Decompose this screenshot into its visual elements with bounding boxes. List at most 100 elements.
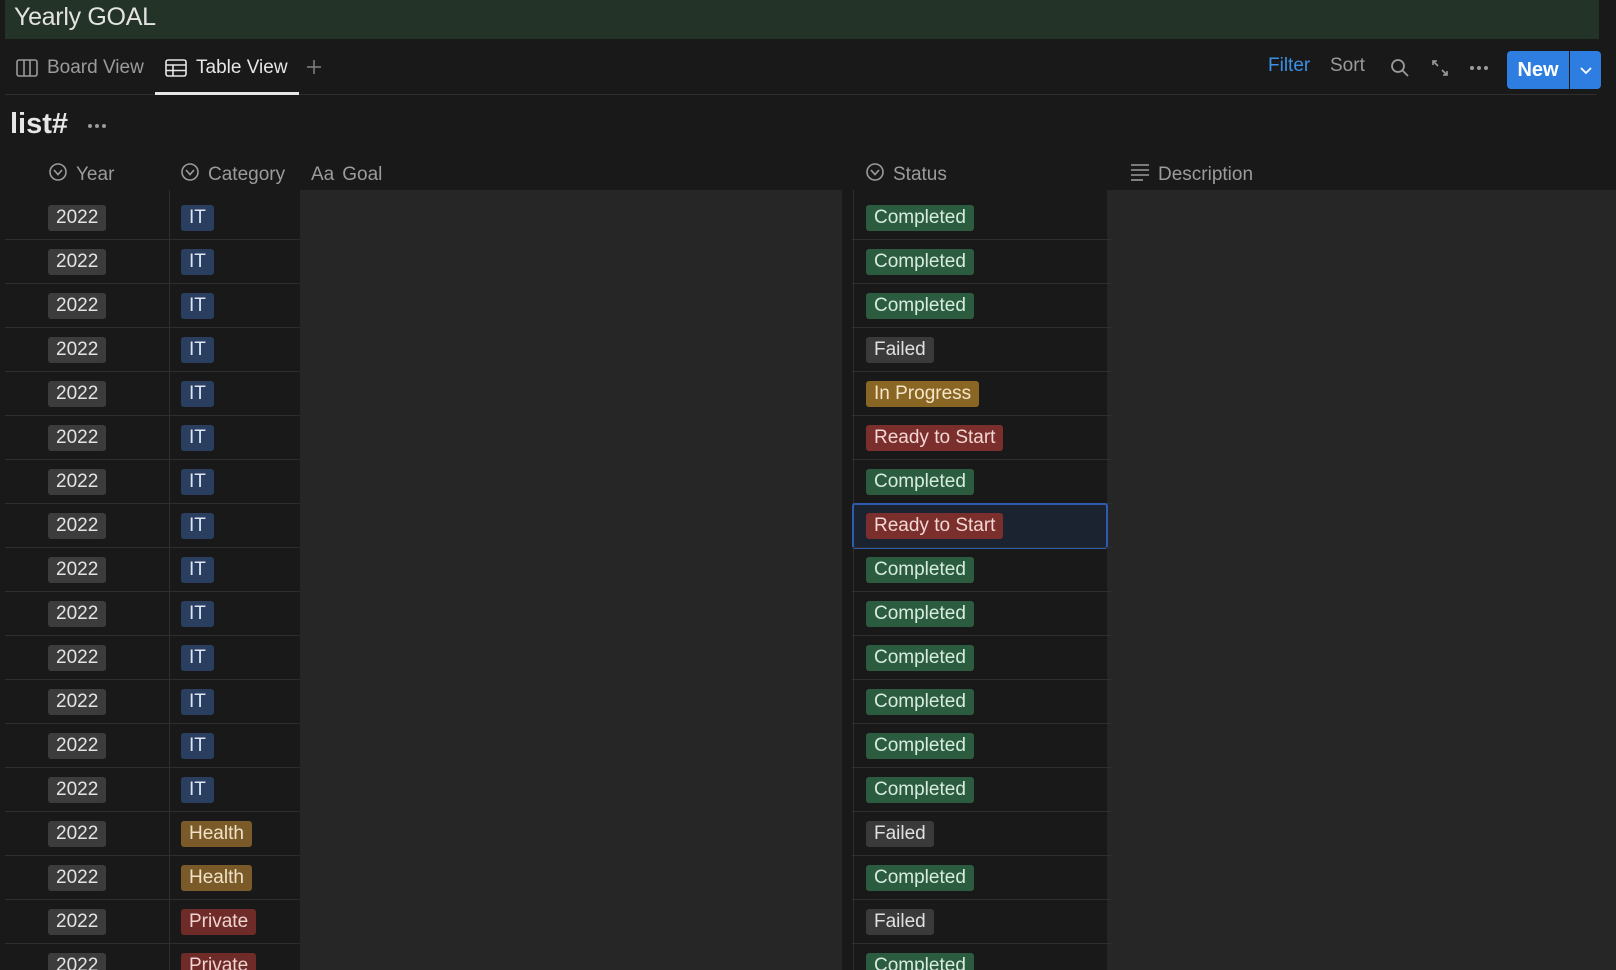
table-row[interactable]: 2022 IT Completed xyxy=(5,768,1112,812)
status-cell[interactable]: Ready to Start xyxy=(866,504,1004,547)
year-cell[interactable]: 2022 xyxy=(48,372,107,415)
column-header-status[interactable]: Status xyxy=(865,160,947,190)
category-cell[interactable]: Private xyxy=(181,900,257,943)
year-cell[interactable]: 2022 xyxy=(48,328,107,371)
table-row[interactable]: 2022 IT Ready to Start xyxy=(5,504,1112,548)
year-cell[interactable]: 2022 xyxy=(48,592,107,635)
category-cell[interactable]: IT xyxy=(181,196,214,239)
status-cell[interactable]: Completed xyxy=(866,680,974,723)
status-cell[interactable]: Completed xyxy=(866,240,974,283)
year-cell[interactable]: 2022 xyxy=(48,416,107,459)
table-row[interactable]: 2022 Health Completed xyxy=(5,856,1112,900)
status-cell[interactable]: Completed xyxy=(866,592,974,635)
table-row[interactable]: 2022 IT In Progress xyxy=(5,372,1112,416)
status-cell[interactable]: Failed xyxy=(866,812,934,855)
plus-icon[interactable] xyxy=(301,54,327,80)
table-row[interactable]: 2022 Private Completed xyxy=(5,944,1107,970)
category-cell[interactable]: IT xyxy=(181,240,214,283)
status-cell[interactable]: Failed xyxy=(866,328,934,371)
status-cell[interactable]: Completed xyxy=(866,944,974,970)
page-header: Yearly GOAL xyxy=(5,0,1599,39)
table-row[interactable]: 2022 Private Failed xyxy=(5,900,1112,944)
table-row[interactable]: 2022 IT Completed xyxy=(5,636,1112,680)
status-tag: In Progress xyxy=(866,380,980,407)
table-row[interactable]: 2022 IT Completed xyxy=(5,240,1112,284)
table-row[interactable]: 2022 Health Failed xyxy=(5,812,1112,856)
new-button[interactable]: New xyxy=(1507,51,1569,89)
year-cell[interactable]: 2022 xyxy=(48,548,107,591)
tab-label: Board View xyxy=(47,57,144,78)
tab-board-view[interactable]: Board View xyxy=(16,41,144,95)
more-icon[interactable] xyxy=(1466,55,1492,81)
table-row[interactable]: 2022 IT Ready to Start xyxy=(5,416,1112,460)
category-cell[interactable]: IT xyxy=(181,284,214,327)
category-cell[interactable]: IT xyxy=(181,768,214,811)
table-row[interactable]: 2022 IT Completed xyxy=(5,592,1112,636)
table-row[interactable]: 2022 IT Completed xyxy=(5,724,1112,768)
status-cell[interactable]: Completed xyxy=(866,548,974,591)
year-cell[interactable]: 2022 xyxy=(48,504,107,547)
status-cell[interactable]: Completed xyxy=(866,196,974,239)
sort-button[interactable]: Sort xyxy=(1330,55,1365,77)
category-cell[interactable]: IT xyxy=(181,504,214,547)
status-tag: Failed xyxy=(866,908,934,935)
category-cell[interactable]: IT xyxy=(181,724,214,767)
category-tag: IT xyxy=(181,380,214,407)
status-cell[interactable]: Completed xyxy=(866,636,974,679)
expand-icon[interactable] xyxy=(1427,55,1453,81)
database-more-icon[interactable] xyxy=(84,116,110,136)
year-cell[interactable]: 2022 xyxy=(48,856,107,899)
table-row[interactable]: 2022 IT Completed xyxy=(5,284,1112,328)
status-cell[interactable]: Ready to Start xyxy=(866,416,1004,459)
status-tag: Ready to Start xyxy=(866,512,1004,539)
category-cell[interactable]: IT xyxy=(181,592,214,635)
table-row[interactable]: 2022 IT Failed xyxy=(5,328,1112,372)
search-icon[interactable] xyxy=(1387,55,1413,81)
column-header-goal[interactable]: Aa Goal xyxy=(311,160,382,190)
category-cell[interactable]: IT xyxy=(181,460,214,503)
status-tag: Completed xyxy=(866,204,974,231)
year-cell[interactable]: 2022 xyxy=(48,944,107,970)
category-cell[interactable]: Health xyxy=(181,856,252,899)
status-cell[interactable]: Completed xyxy=(866,856,974,899)
category-cell[interactable]: IT xyxy=(181,372,214,415)
category-cell[interactable]: IT xyxy=(181,416,214,459)
year-cell[interactable]: 2022 xyxy=(48,240,107,283)
status-cell[interactable]: Completed xyxy=(866,768,974,811)
column-header-category[interactable]: Category xyxy=(180,160,285,190)
year-tag: 2022 xyxy=(48,248,107,275)
category-cell[interactable]: Health xyxy=(181,812,252,855)
year-cell[interactable]: 2022 xyxy=(48,196,107,239)
year-cell[interactable]: 2022 xyxy=(48,768,107,811)
status-cell[interactable]: Completed xyxy=(866,460,974,503)
table-row[interactable]: 2022 IT Completed xyxy=(5,460,1112,504)
year-cell[interactable]: 2022 xyxy=(48,900,107,943)
status-cell[interactable]: Completed xyxy=(866,284,974,327)
table-row[interactable]: 2022 IT Completed xyxy=(5,548,1112,592)
year-tag: 2022 xyxy=(48,908,107,935)
category-cell[interactable]: IT xyxy=(181,548,214,591)
status-cell[interactable]: In Progress xyxy=(866,372,980,415)
status-cell[interactable]: Completed xyxy=(866,724,974,767)
category-cell[interactable]: IT xyxy=(181,636,214,679)
category-cell[interactable]: IT xyxy=(181,328,214,371)
chevron-down-icon[interactable] xyxy=(1570,51,1601,89)
year-cell[interactable]: 2022 xyxy=(48,812,107,855)
category-cell[interactable]: IT xyxy=(181,680,214,723)
year-cell[interactable]: 2022 xyxy=(48,680,107,723)
status-tag: Completed xyxy=(866,468,974,495)
year-cell[interactable]: 2022 xyxy=(48,284,107,327)
tab-table-view[interactable]: Table View xyxy=(165,41,288,95)
year-cell[interactable]: 2022 xyxy=(48,724,107,767)
description-column-cells[interactable] xyxy=(1107,190,1616,970)
year-cell[interactable]: 2022 xyxy=(48,636,107,679)
column-header-description[interactable]: Description xyxy=(1130,160,1253,190)
table-row[interactable]: 2022 IT Completed xyxy=(5,680,1112,724)
year-cell[interactable]: 2022 xyxy=(48,460,107,503)
column-header-year[interactable]: Year xyxy=(48,160,114,190)
year-tag: 2022 xyxy=(48,732,107,759)
status-cell[interactable]: Failed xyxy=(866,900,934,943)
table-row[interactable]: 2022 IT Completed xyxy=(5,196,1112,240)
filter-button[interactable]: Filter xyxy=(1268,55,1310,77)
category-cell[interactable]: Private xyxy=(181,944,257,970)
